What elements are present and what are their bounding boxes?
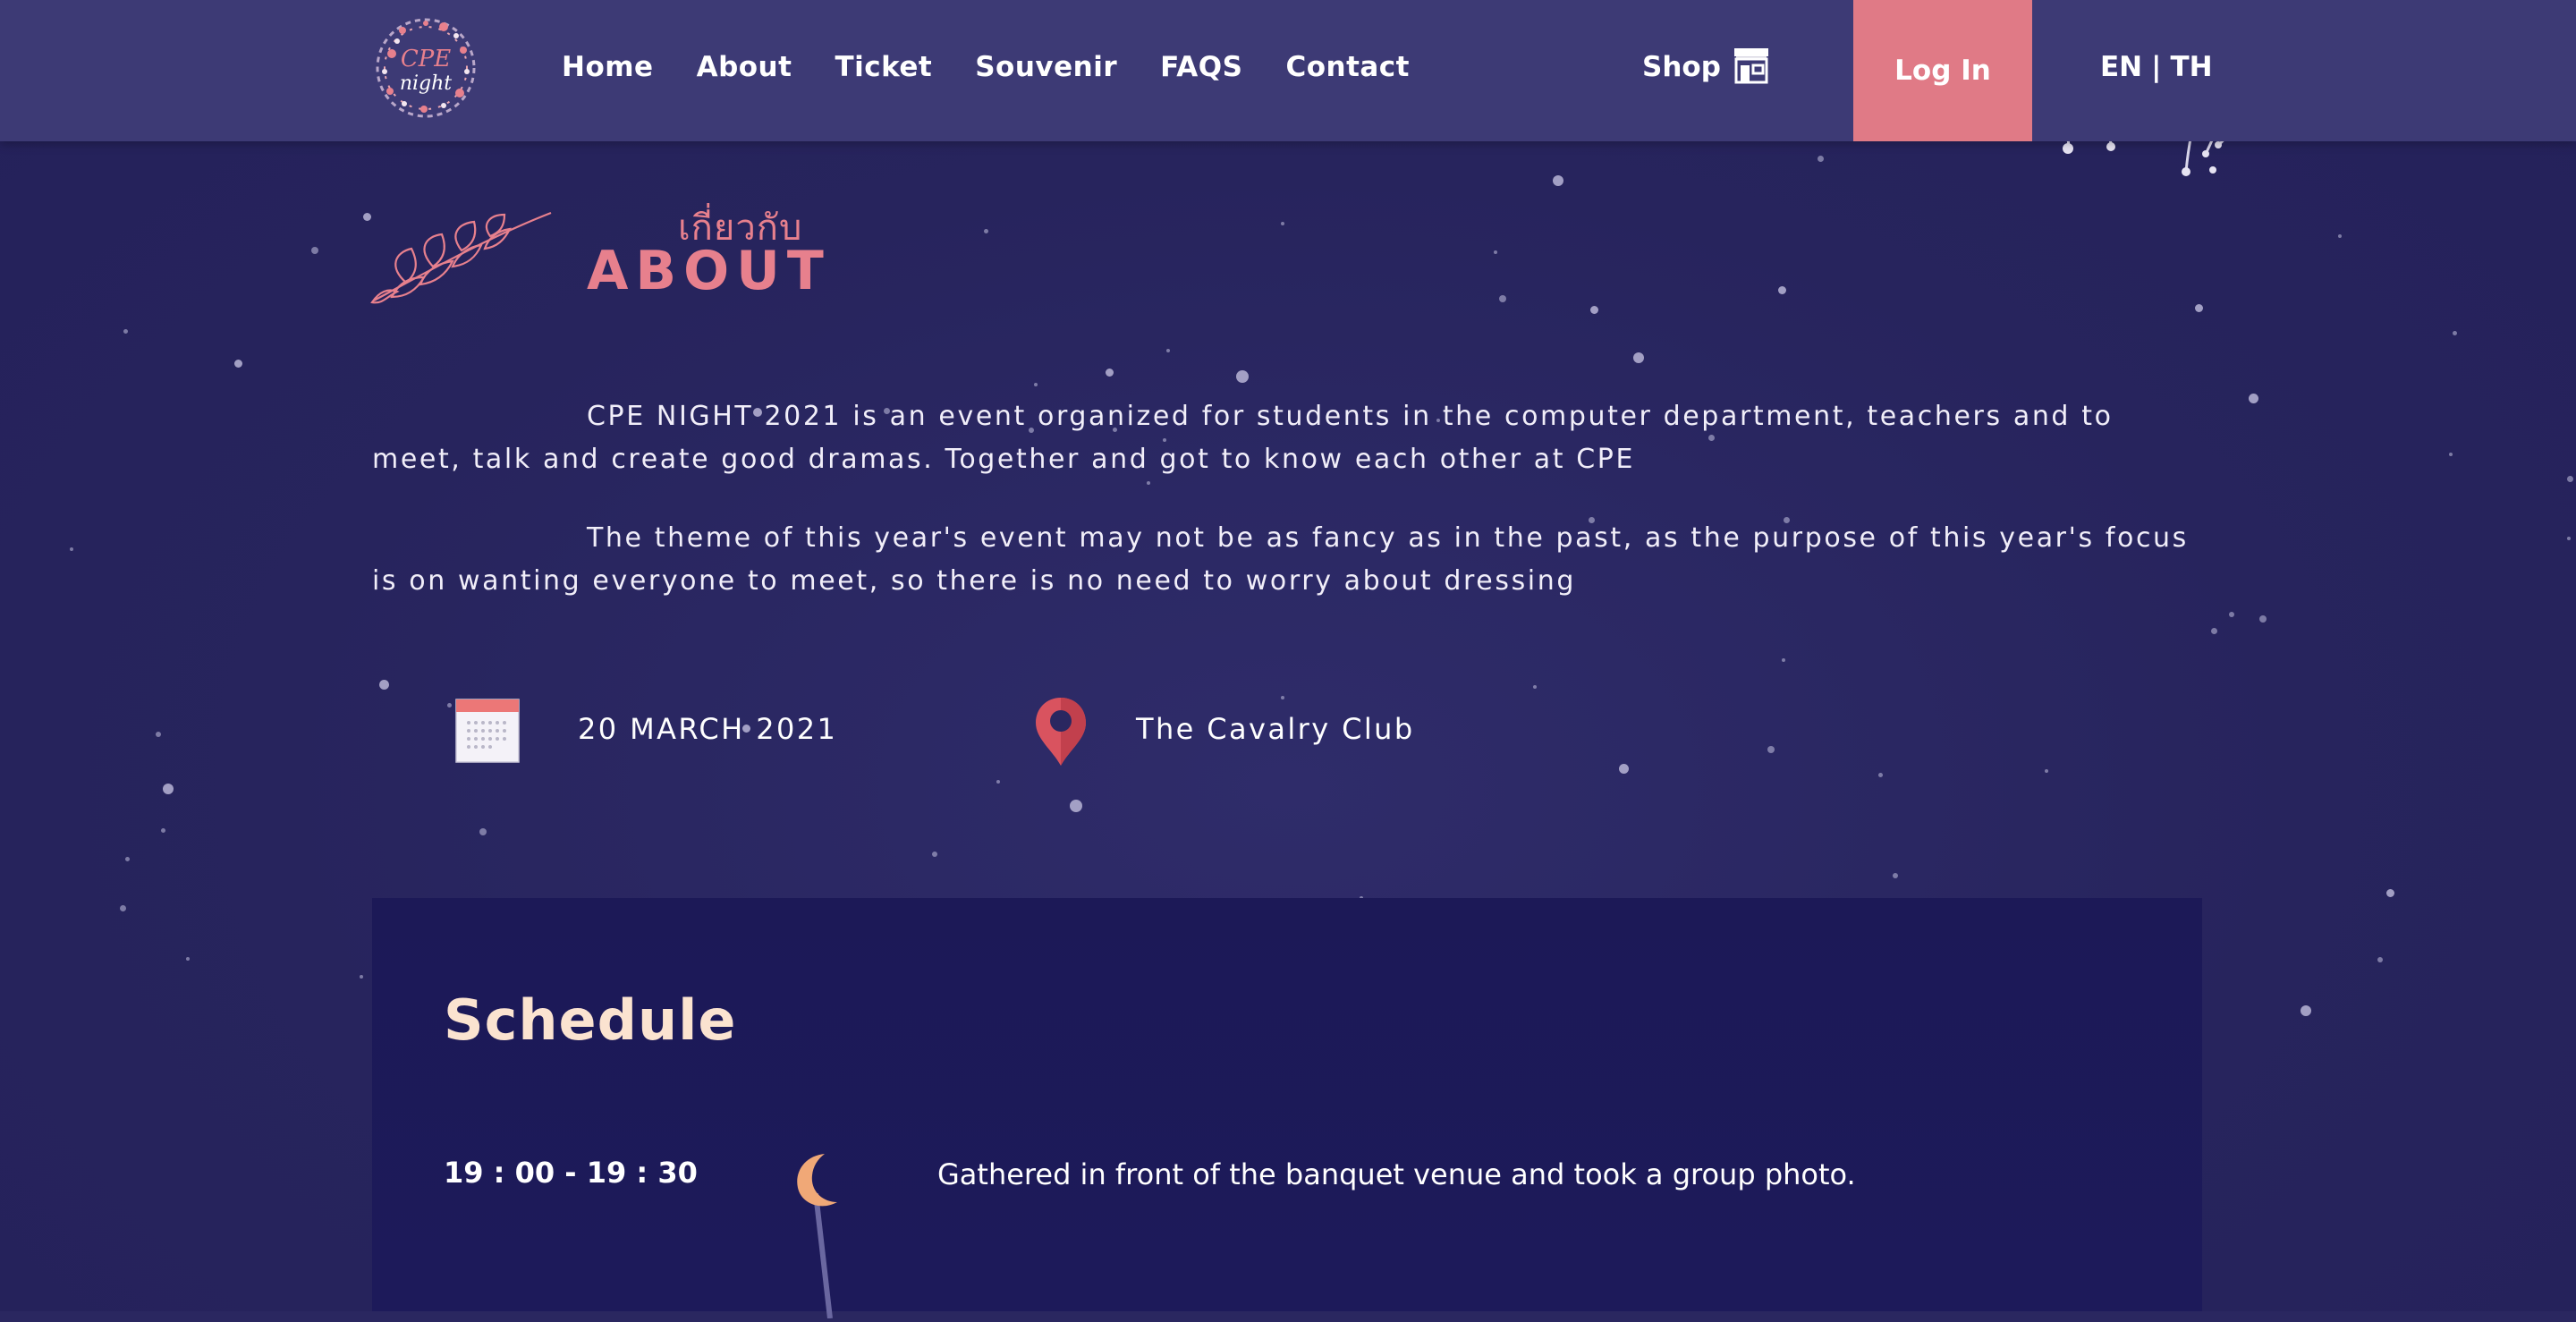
about-heading: ABOUT	[587, 240, 831, 302]
star-dot	[1499, 295, 1506, 302]
star-dot	[163, 784, 174, 794]
star-dot	[2195, 304, 2203, 312]
schedule-item-description: Gathered in front of the banquet venue a…	[937, 1157, 1856, 1191]
star-dot	[2377, 957, 2383, 962]
star-dot	[2449, 453, 2453, 456]
login-button[interactable]: Log In	[1853, 0, 2032, 141]
star-dot	[125, 857, 130, 861]
star-dot	[2567, 537, 2571, 540]
star-dot	[360, 975, 363, 979]
star-dot	[2249, 394, 2258, 403]
lang-th-option[interactable]: TH	[2170, 51, 2212, 83]
about-paragraph-2: The theme of this year's event may not b…	[372, 522, 2189, 597]
star-dot	[2301, 1005, 2311, 1016]
star-dot	[996, 780, 1000, 784]
leaf-branch-icon	[370, 211, 555, 308]
event-venue: The Cavalry Club	[1136, 712, 1415, 746]
star-dot	[311, 247, 318, 254]
page-background: CPE night Home About Ticket Souvenir FAQ…	[0, 0, 2576, 1319]
star-dot	[2386, 889, 2394, 897]
schedule-panel: Schedule 19 : 00 - 19 : 30 Gathered in f…	[372, 898, 2202, 1319]
star-dot	[1878, 773, 1883, 777]
star-dot	[379, 680, 389, 690]
star-dot	[1281, 222, 1284, 225]
star-dot	[1281, 696, 1284, 699]
calendar-icon	[454, 698, 521, 767]
star-dot	[2453, 331, 2457, 335]
svg-text:CPE: CPE	[401, 46, 451, 72]
star-dot	[1166, 349, 1170, 352]
nav-link-home[interactable]: Home	[562, 51, 654, 83]
star-dot	[1633, 352, 1644, 363]
lang-en-option[interactable]: EN	[2100, 51, 2142, 83]
star-dot	[1818, 156, 1824, 162]
star-dot	[479, 828, 487, 835]
main-nav: Home About Ticket Souvenir FAQS Contact	[562, 0, 1410, 134]
shop-icon	[1732, 46, 1771, 89]
star-dot	[2567, 476, 2573, 482]
shop-label: Shop	[1642, 51, 1721, 83]
star-dot	[120, 905, 126, 911]
star-dot	[156, 732, 161, 737]
nav-link-about[interactable]: About	[697, 51, 792, 83]
star-dot	[1767, 746, 1775, 753]
star-dot	[984, 229, 988, 233]
star-dot	[1553, 175, 1563, 186]
star-dot	[2338, 234, 2342, 238]
svg-text:night: night	[400, 72, 452, 95]
star-dot	[186, 957, 190, 961]
star-dot	[1893, 873, 1898, 878]
star-dot	[1782, 658, 1785, 662]
location-pin-icon	[1034, 696, 1088, 771]
schedule-item-time: 19 : 00 - 19 : 30	[444, 1156, 698, 1190]
star-dot	[1533, 685, 1537, 689]
star-dot	[161, 828, 165, 833]
cpe-night-logo[interactable]: CPE night	[370, 13, 481, 123]
schedule-title: Schedule	[444, 987, 737, 1053]
moon-icon	[789, 1150, 848, 1213]
star-dot	[70, 547, 73, 551]
star-dot	[2259, 615, 2267, 623]
star-dot	[1070, 800, 1082, 812]
shop-link[interactable]: Shop	[1642, 0, 1771, 134]
star-dot	[2229, 612, 2234, 617]
star-dot	[447, 703, 452, 708]
nav-link-ticket[interactable]: Ticket	[835, 51, 932, 83]
star-dot	[1778, 286, 1786, 294]
nav-link-souvenir[interactable]: Souvenir	[975, 51, 1117, 83]
star-dot	[1494, 250, 1497, 254]
star-dot	[1034, 383, 1038, 386]
about-paragraph-1: CPE NIGHT 2021 is an event organized for…	[372, 401, 2114, 475]
event-date: 20 MARCH 2021	[578, 712, 838, 746]
language-switcher: EN | TH	[2100, 0, 2213, 134]
star-dot	[1106, 369, 1114, 377]
nav-link-faqs[interactable]: FAQS	[1160, 51, 1242, 83]
floral-decoration-icon	[2048, 133, 2245, 191]
star-dot	[1590, 306, 1598, 314]
star-dot	[1619, 764, 1629, 774]
lang-separator: |	[2151, 51, 2162, 83]
star-dot	[1236, 370, 1249, 383]
star-dot	[234, 360, 242, 368]
star-dot	[123, 329, 128, 334]
star-dot	[2045, 769, 2048, 773]
nav-link-contact[interactable]: Contact	[1285, 51, 1410, 83]
star-dot	[2211, 628, 2217, 634]
navbar: CPE night Home About Ticket Souvenir FAQ…	[0, 0, 2576, 141]
star-dot	[932, 852, 937, 857]
star-dot	[1147, 481, 1150, 485]
